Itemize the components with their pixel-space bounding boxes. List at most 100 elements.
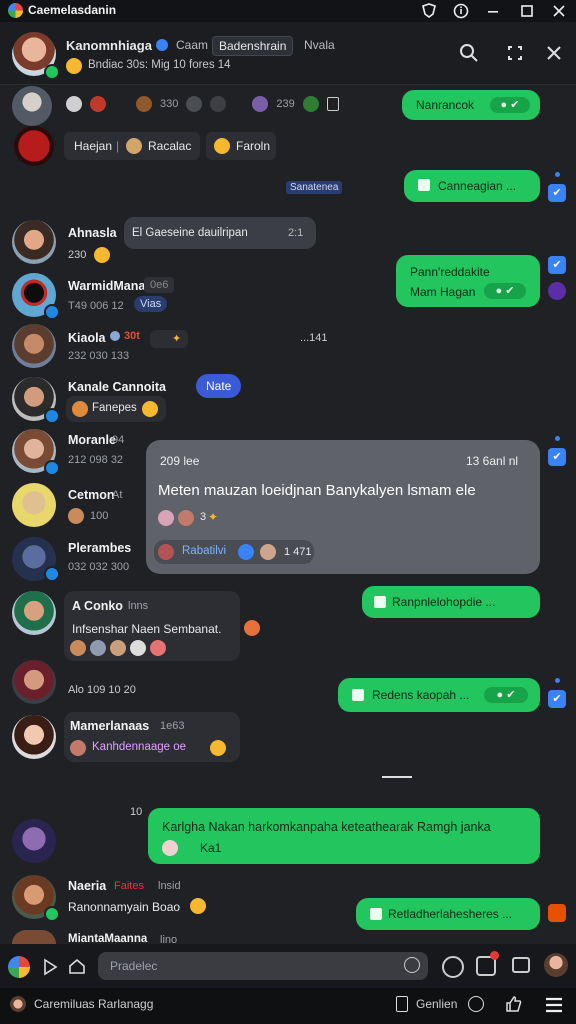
close-window-icon[interactable] — [550, 2, 568, 20]
reply-chip-label: Faroln — [236, 139, 271, 153]
card-link[interactable]: Rabatilvi — [182, 545, 226, 557]
app-logo-icon — [8, 3, 23, 18]
apps-icon[interactable] — [8, 956, 30, 978]
play-icon[interactable] — [42, 958, 58, 976]
shield-icon[interactable] — [420, 2, 438, 20]
settings-icon[interactable] — [468, 996, 484, 1012]
search-icon[interactable] — [458, 42, 480, 64]
message-text: El Gaeseine dauilripan — [132, 227, 248, 239]
maximize-icon[interactable] — [518, 2, 536, 20]
reaction-icon[interactable] — [186, 96, 203, 112]
sender-name[interactable]: Kanale Cannoita — [68, 380, 166, 394]
thumbs-up-icon[interactable] — [504, 994, 524, 1014]
input-placeholder: Pradelec — [110, 959, 158, 973]
flag-icon[interactable] — [548, 904, 566, 922]
mini-avatar — [158, 510, 174, 526]
avatar[interactable] — [12, 220, 56, 264]
user-avatar[interactable] — [10, 996, 26, 1012]
message-text: Nanrancok — [416, 98, 475, 112]
incoming-message[interactable]: Mamerlanaas 1e63 Kanhdennaage oe — [64, 712, 240, 762]
sender-name[interactable]: Plerambes — [68, 541, 131, 555]
outgoing-message[interactable]: Canneagian ... — [404, 170, 540, 202]
menu-icon[interactable] — [544, 996, 564, 1014]
header-chip-1[interactable]: Caam — [170, 36, 214, 54]
emoji-icon — [214, 138, 230, 154]
camera-icon[interactable] — [512, 957, 530, 973]
share-icon[interactable] — [548, 282, 566, 300]
reaction-count: 330 — [160, 98, 179, 110]
book-icon[interactable] — [396, 996, 408, 1012]
card-timestamp: 209 lee — [160, 454, 200, 468]
reaction-icon[interactable] — [302, 96, 319, 112]
header-chip-3[interactable]: Nvala — [298, 36, 341, 54]
mini-avatar — [70, 640, 86, 656]
message-input[interactable]: Pradelec — [98, 952, 428, 980]
reaction-icon[interactable] — [66, 96, 82, 112]
sender-meta: T49 006 12 — [68, 300, 124, 312]
reaction-row: 330 239 — [66, 96, 339, 112]
reaction-chip[interactable]: ✦ — [150, 330, 188, 348]
info-icon[interactable] — [452, 2, 470, 20]
header-chip-2[interactable]: Badenshrain — [212, 36, 294, 56]
status-check-icon: ✔ — [548, 256, 566, 274]
incoming-message[interactable]: El Gaeseine dauilripan 2:1 — [124, 217, 316, 249]
reaction-icon[interactable] — [252, 96, 269, 112]
reaction-count: 3 — [200, 511, 207, 523]
sender-tag: lnns — [128, 600, 149, 612]
avatar[interactable] — [12, 660, 56, 704]
sender-meta: 232 030 133 — [68, 350, 130, 362]
sender-name[interactable]: Ahnasla — [68, 226, 117, 240]
highlighted-message-card[interactable]: 209 lee 13 6anl nl Meten mauzan loeidjna… — [146, 440, 540, 574]
bottom-left-label[interactable]: Caremiluas Rarlanagg — [34, 997, 153, 1011]
bottom-right-label[interactable]: Genlien — [416, 997, 457, 1011]
reaction-icon[interactable] — [136, 96, 152, 112]
home-icon[interactable] — [68, 957, 86, 975]
sender-name[interactable]: Kiaola — [68, 331, 106, 345]
window-titlebar: Caemelasdanin — [0, 0, 576, 22]
avatar[interactable] — [12, 86, 52, 126]
sender-name[interactable]: WarmidMana — [68, 279, 145, 293]
outgoing-message[interactable]: Retladherlahesheres ... — [356, 898, 540, 930]
emoji-icon — [94, 247, 110, 263]
outgoing-message[interactable]: Redens kaopah ... ● ✔ — [338, 678, 540, 712]
group-avatar[interactable] — [14, 126, 54, 166]
sender-name[interactable]: Cetmon — [68, 488, 115, 502]
profile-avatar[interactable] — [544, 953, 568, 977]
message-text: Karlgha Nakan harkomkanpaha keteathearak… — [162, 820, 491, 834]
contact-name[interactable]: Kanomnhiaga — [66, 38, 152, 53]
sender-tag: At — [112, 489, 123, 501]
close-chat-icon[interactable] — [543, 42, 565, 64]
sender-name[interactable]: A Conko — [72, 599, 123, 613]
outgoing-message[interactable]: Pann'reddakite Mam Hagan ● ✔ — [396, 255, 540, 307]
reaction-icon[interactable] — [210, 96, 227, 112]
avatar[interactable] — [12, 819, 56, 863]
avatar[interactable] — [12, 591, 56, 635]
sender-name[interactable]: Moranle — [68, 433, 116, 447]
message-text: Ranpnlelohopdie ... — [392, 595, 496, 609]
minimize-icon[interactable] — [484, 2, 502, 20]
date-badge: Sanatenea — [286, 181, 343, 194]
emoji-picker-icon[interactable] — [442, 956, 464, 978]
avatar[interactable] — [12, 930, 56, 944]
reply-chip-group[interactable]: Haejan | Racalac — [64, 132, 200, 160]
outgoing-message[interactable]: Karlgha Nakan harkomkanpaha keteathearak… — [148, 808, 540, 864]
avatar[interactable] — [12, 483, 56, 527]
copy-icon[interactable] — [326, 97, 339, 111]
outgoing-message[interactable]: Ranpnlelohopdie ... — [362, 586, 540, 618]
outgoing-message[interactable]: Nanrancok ● ✔ — [402, 90, 540, 120]
reaction-icon[interactable] — [90, 96, 106, 112]
incoming-message[interactable]: A Conko lnns Infsenshar Naen Sembanat. — [64, 591, 240, 661]
reply-chip[interactable]: Faroln — [206, 132, 276, 160]
online-status-icon — [44, 64, 60, 80]
status-badge: Vias — [134, 296, 168, 312]
sender-tag: 1e63 — [160, 720, 185, 732]
expand-icon[interactable] — [504, 42, 526, 64]
sender-meta: 230 — [68, 249, 87, 261]
sticker-icon[interactable] — [404, 957, 420, 973]
status-badge[interactable]: Nate — [196, 374, 242, 398]
reaction-chip[interactable]: Fanepes — [66, 396, 166, 422]
avatar[interactable] — [12, 324, 56, 368]
sender-name[interactable]: Naeria — [68, 879, 106, 893]
avatar[interactable] — [12, 715, 56, 759]
sender-name[interactable]: Mamerlanaas — [70, 719, 149, 733]
